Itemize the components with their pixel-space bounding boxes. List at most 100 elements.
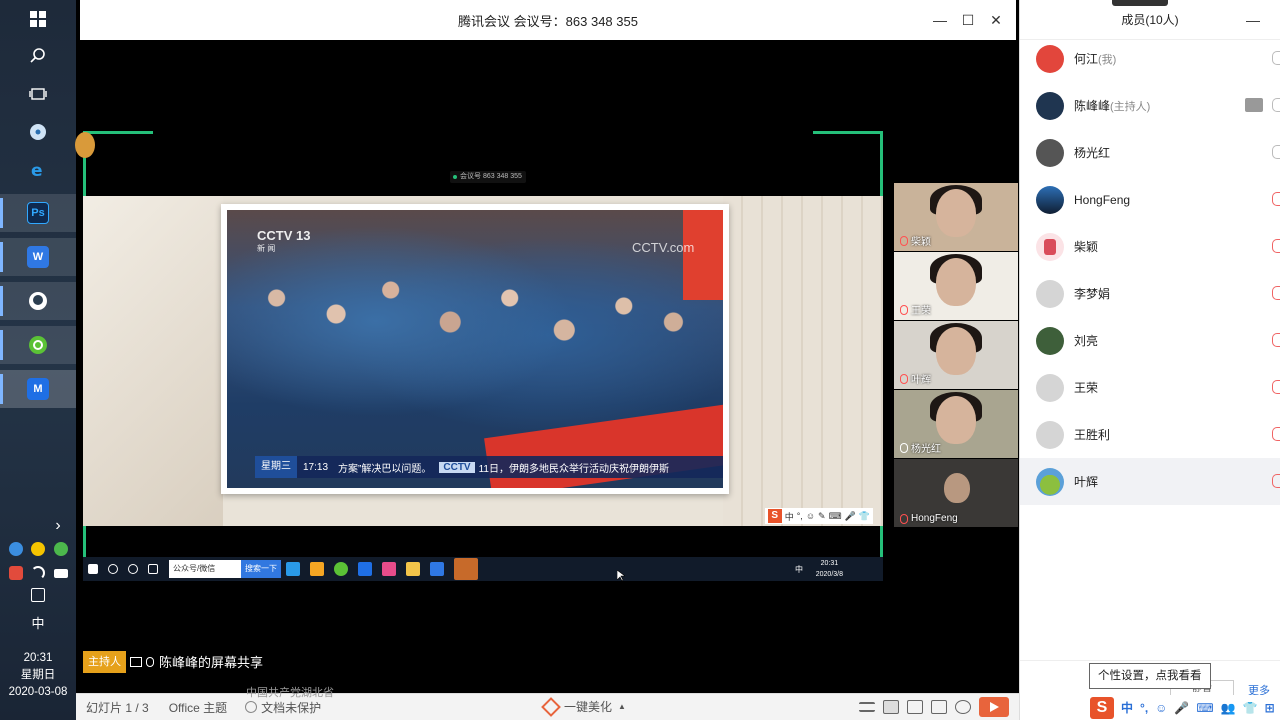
share-text: 陈峰峰的屏幕共享 [159,655,264,670]
mic-icon[interactable] [1272,98,1280,112]
ime-indicator[interactable]: 中 [0,613,76,632]
ime-punctuation-toggle[interactable]: °, [1140,701,1148,715]
video-thumb[interactable]: 杨光红 [894,390,1018,458]
taskbar-app-ie[interactable]: e [0,151,76,189]
battery-icon[interactable] [53,568,68,578]
taskbar-app-qq[interactable] [0,282,76,320]
task-view-button[interactable] [0,75,76,113]
member-role: (我) [1098,53,1117,66]
member-row[interactable]: 叶辉 [1020,458,1280,505]
one-click-beautify[interactable]: 一键美化 ▲ [541,696,626,717]
avatar-figure [1044,238,1056,255]
slide-calligraphy [723,196,883,526]
mic-icon[interactable] [1272,51,1280,65]
video-thumb[interactable]: 柴颖 [894,183,1018,251]
ticker-time: 17:13 [303,461,329,473]
emoji-icon[interactable]: ☺ [1155,701,1167,715]
member-row[interactable]: 王荣 [1020,364,1280,411]
fan-app-icon [30,124,46,140]
member-row[interactable]: 李梦娟 [1020,270,1280,317]
wifi-icon[interactable] [31,566,45,580]
taskbar-app-browser[interactable] [0,326,76,364]
mic-muted-icon[interactable] [1272,239,1280,253]
member-name: 刘亮 [1074,334,1099,348]
ticker-day: 星期三 [255,456,297,478]
slide-sorter-icon[interactable] [907,700,923,714]
chevron-right-icon[interactable]: › [55,517,60,535]
keyboard-icon[interactable]: ⌨ [1196,701,1213,715]
beautify-label: 一键美化 [564,700,613,714]
mic-muted-icon[interactable] [1272,474,1280,488]
ticker-text-1: 方案”解决巴以问题。 [338,463,432,475]
video-thumb[interactable]: 叶辉 [894,321,1018,389]
reading-view-icon[interactable] [931,700,947,714]
screen: e Ps W M › 中 20:31 星期日 2020-03-08 腾讯会议 会… [0,0,1280,720]
user-icon[interactable]: 👥 [1221,701,1236,715]
voice-icon[interactable]: 🎤 [1174,701,1189,715]
mic-icon[interactable] [1272,145,1280,159]
network-app-icon[interactable] [8,542,23,556]
member-name: 李梦娟 [1074,287,1111,301]
mini-colorful-icon [382,562,396,576]
mic-muted-icon[interactable] [1272,286,1280,300]
person-face [944,473,970,503]
notification-icon[interactable] [31,588,45,602]
green-app-icon[interactable] [53,542,68,556]
member-row[interactable]: 杨光红 [1020,129,1280,176]
members-header: 成员(10人) — [1020,0,1280,40]
play-button[interactable] [979,697,1009,717]
member-row[interactable]: 何江 (我) [1020,35,1280,82]
document-protection[interactable]: 文档未保护 [245,699,321,716]
crowd-image [227,250,723,410]
toolbox-icon[interactable]: ⊞ [1265,701,1275,715]
screen-share-icon [130,656,142,667]
caret-up-icon: ▲ [618,702,626,711]
notes-icon[interactable] [859,702,875,712]
normal-view-icon[interactable] [883,700,899,714]
video-name-tag: 杨光红 [900,440,941,455]
mic-muted-icon[interactable] [1272,427,1280,441]
member-row[interactable]: 陈峰峰 (主持人) [1020,82,1280,129]
plus-app-icon[interactable] [31,542,45,556]
member-row[interactable]: HongFeng [1020,176,1280,223]
close-button[interactable]: ✕ [988,12,1004,28]
taskbar-app-photoshop[interactable]: Ps [0,194,76,232]
mic-muted-icon[interactable] [1272,333,1280,347]
tray-row-1 [0,542,76,556]
taskbar-app-fan[interactable] [0,113,76,151]
video-thumb[interactable]: HongFeng [894,459,1018,527]
maximize-button[interactable]: ☐ [960,12,976,28]
taskbar-app-tencent-meeting[interactable]: M [0,370,76,408]
system-clock[interactable]: 20:31 星期日 2020-03-08 [0,650,76,701]
avatar [1036,326,1064,355]
screen-share-icon[interactable] [1245,98,1263,112]
presenter-icon[interactable] [955,700,971,714]
ime-chinese-toggle[interactable]: 中 [1121,699,1133,716]
mini-cortana-icon [128,564,138,574]
share-status-bar: 主持人 陈峰峰的屏幕共享 [83,650,1016,673]
green-browser-icon [29,336,47,354]
mic-muted-icon[interactable] [1272,192,1280,206]
member-row[interactable]: 刘亮 [1020,317,1280,364]
tray-row-3 [0,588,76,602]
member-row[interactable]: 柴颖 [1020,223,1280,270]
red-banner [484,402,723,488]
protect-label: 文档未保护 [261,700,322,715]
member-row[interactable]: 王胜利 [1020,411,1280,458]
windows-logo-icon [30,11,46,27]
mini-meeting-icon [358,562,372,576]
taskbar-app-wps[interactable]: W [0,238,76,276]
video-thumb[interactable]: 王荣 [894,252,1018,320]
qq-tray-icon[interactable] [8,566,23,580]
skin-icon[interactable]: 👕 [1243,701,1258,715]
members-minimize-button[interactable]: — [1246,12,1260,28]
mic-muted-icon[interactable] [1272,380,1280,394]
windows-start-button[interactable] [0,0,76,38]
slide-counter: 幻灯片 1 / 3 [86,700,149,715]
sogou-icon[interactable]: S [1090,696,1114,719]
tray-expand[interactable]: › [0,517,76,535]
cctv-logo: CCTV 13 新 闻 [257,228,310,254]
minimize-button[interactable]: — [932,12,948,28]
search-button[interactable] [0,37,76,75]
ime-mini-item: °, [796,511,803,521]
